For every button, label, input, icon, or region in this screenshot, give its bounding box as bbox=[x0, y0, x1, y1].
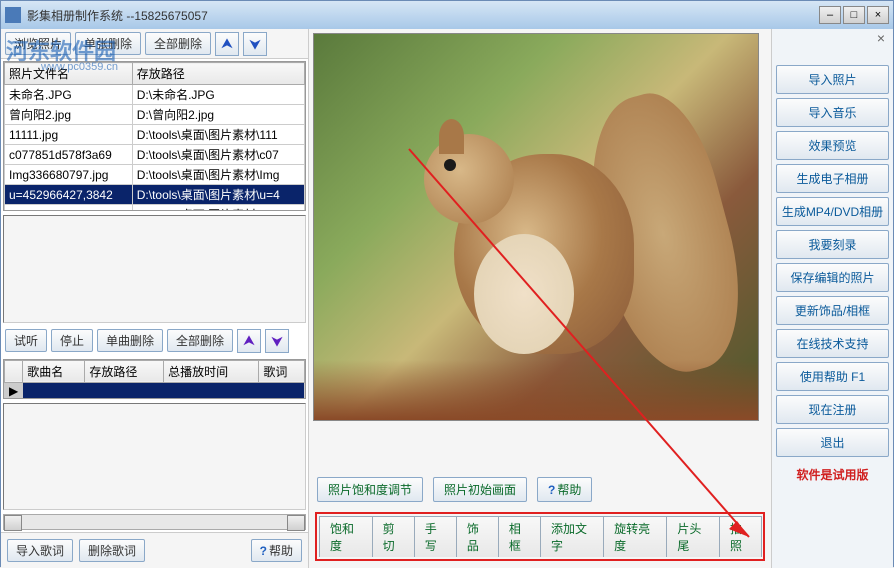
table-row[interactable]: 11111.jpgD:\tools\桌面\图片素材\111 bbox=[5, 125, 305, 145]
right-panel: 导入照片 导入音乐 效果预览 生成电子相册 生成MP4/DVD相册 我要刻录 保… bbox=[771, 29, 893, 568]
effect-preview-button[interactable]: 效果预览 bbox=[776, 131, 889, 160]
tab-饰品[interactable]: 饰品 bbox=[456, 516, 499, 557]
create-ealbum-button[interactable]: 生成电子相册 bbox=[776, 164, 889, 193]
table-row[interactable]: ▶ bbox=[5, 382, 305, 399]
browse-photo-button[interactable]: 浏览照片 bbox=[5, 32, 71, 55]
music-toolbar: 试听 停止 单曲删除 全部删除 bbox=[1, 325, 308, 357]
create-mp4-dvd-button[interactable]: 生成MP4/DVD相册 bbox=[776, 197, 889, 226]
table-row[interactable]: Img336680797.jpgD:\tools\桌面\图片素材\Img bbox=[5, 165, 305, 185]
music-col-name[interactable]: 歌曲名 bbox=[23, 360, 85, 382]
online-support-button[interactable]: 在线技术支持 bbox=[776, 329, 889, 358]
move-up-button[interactable] bbox=[215, 32, 239, 56]
close-button[interactable]: × bbox=[867, 6, 889, 24]
exit-button[interactable]: 退出 bbox=[776, 428, 889, 457]
maximize-button[interactable]: □ bbox=[843, 6, 865, 24]
lyric-toolbar: 导入歌词 删除歌词 ?帮助 bbox=[1, 532, 308, 568]
app-icon bbox=[5, 7, 21, 23]
table-row[interactable]: u=452966427,3842D:\tools\桌面\图片素材\u=4 bbox=[5, 185, 305, 205]
music-down-button[interactable] bbox=[265, 329, 289, 353]
left-panel: 河东软件园 www.pc0359.cn 浏览照片 单张删除 全部删除 照片文件名… bbox=[1, 29, 309, 568]
edit-tabs: 饱和度剪切手写饰品相框添加文字旋转亮度片头尾拍照 bbox=[315, 512, 765, 561]
import-lyric-button[interactable]: 导入歌词 bbox=[7, 539, 73, 562]
image-adjust-toolbar: 照片饱和度调节 照片初始画面 ?帮助 bbox=[313, 469, 767, 510]
horizontal-scrollbar[interactable] bbox=[3, 514, 306, 530]
image-help-button[interactable]: ?帮助 bbox=[537, 477, 592, 502]
initial-image-button[interactable]: 照片初始画面 bbox=[433, 477, 527, 502]
window-title: 影集相册制作系统 --15825675057 bbox=[27, 7, 819, 24]
table-row[interactable]: u=1048519074,198D:\tools\桌面\图片素材\u=1 bbox=[5, 205, 305, 212]
music-empty-area bbox=[3, 403, 306, 511]
music-up-button[interactable] bbox=[237, 329, 261, 353]
delete-single-photo-button[interactable]: 单张删除 bbox=[75, 32, 141, 55]
table-row[interactable]: 曾向阳2.jpgD:\曾向阳2.jpg bbox=[5, 105, 305, 125]
import-photo-button[interactable]: 导入照片 bbox=[776, 65, 889, 94]
tab-片头尾[interactable]: 片头尾 bbox=[666, 516, 720, 557]
tab-剪切[interactable]: 剪切 bbox=[372, 516, 415, 557]
delete-all-photo-button[interactable]: 全部删除 bbox=[145, 32, 211, 55]
table-row[interactable]: 未命名.JPGD:\未命名.JPG bbox=[5, 85, 305, 105]
delete-all-music-button[interactable]: 全部删除 bbox=[167, 329, 233, 352]
tab-拍照[interactable]: 拍照 bbox=[719, 516, 762, 557]
photo-preview-area bbox=[3, 215, 306, 323]
trial-label: 软件是试用版 bbox=[776, 461, 889, 488]
panel-close-icon[interactable]: × bbox=[872, 30, 890, 48]
music-table[interactable]: 歌曲名 存放路径 总播放时间 歌词 ▶ bbox=[3, 359, 306, 399]
save-edited-photo-button[interactable]: 保存编辑的照片 bbox=[776, 263, 889, 292]
register-now-button[interactable]: 现在注册 bbox=[776, 395, 889, 424]
tab-手写[interactable]: 手写 bbox=[414, 516, 457, 557]
import-music-button[interactable]: 导入音乐 bbox=[776, 98, 889, 127]
tab-添加文字[interactable]: 添加文字 bbox=[540, 516, 604, 557]
burn-button[interactable]: 我要刻录 bbox=[776, 230, 889, 259]
tab-饱和度[interactable]: 饱和度 bbox=[319, 516, 373, 557]
delete-lyric-button[interactable]: 删除歌词 bbox=[79, 539, 145, 562]
update-decoration-button[interactable]: 更新饰品/相框 bbox=[776, 296, 889, 325]
title-bar: 影集相册制作系统 --15825675057 – □ × bbox=[1, 1, 893, 29]
help-button[interactable]: ?帮助 bbox=[251, 539, 302, 562]
saturation-adjust-button[interactable]: 照片饱和度调节 bbox=[317, 477, 423, 502]
photo-table[interactable]: 照片文件名 存放路径 未命名.JPGD:\未命名.JPG曾向阳2.jpgD:\曾… bbox=[3, 61, 306, 211]
music-col-path[interactable]: 存放路径 bbox=[85, 360, 164, 382]
middle-panel: 照片饱和度调节 照片初始画面 ?帮助 饱和度剪切手写饰品相框添加文字旋转亮度片头… bbox=[309, 29, 771, 568]
music-col-lyric[interactable]: 歌词 bbox=[259, 360, 305, 382]
usage-help-button[interactable]: 使用帮助 F1 bbox=[776, 362, 889, 391]
photo-col-filename[interactable]: 照片文件名 bbox=[5, 63, 133, 85]
delete-single-music-button[interactable]: 单曲删除 bbox=[97, 329, 163, 352]
move-down-button[interactable] bbox=[243, 32, 267, 56]
photo-col-path[interactable]: 存放路径 bbox=[132, 63, 304, 85]
minimize-button[interactable]: – bbox=[819, 6, 841, 24]
music-col-duration[interactable]: 总播放时间 bbox=[164, 360, 259, 382]
photo-preview bbox=[313, 33, 759, 421]
listen-button[interactable]: 试听 bbox=[5, 329, 47, 352]
tab-旋转亮度[interactable]: 旋转亮度 bbox=[603, 516, 667, 557]
photo-toolbar: 浏览照片 单张删除 全部删除 bbox=[1, 29, 308, 59]
stop-button[interactable]: 停止 bbox=[51, 329, 93, 352]
tab-相框[interactable]: 相框 bbox=[498, 516, 541, 557]
table-row[interactable]: c077851d578f3a69D:\tools\桌面\图片素材\c07 bbox=[5, 145, 305, 165]
